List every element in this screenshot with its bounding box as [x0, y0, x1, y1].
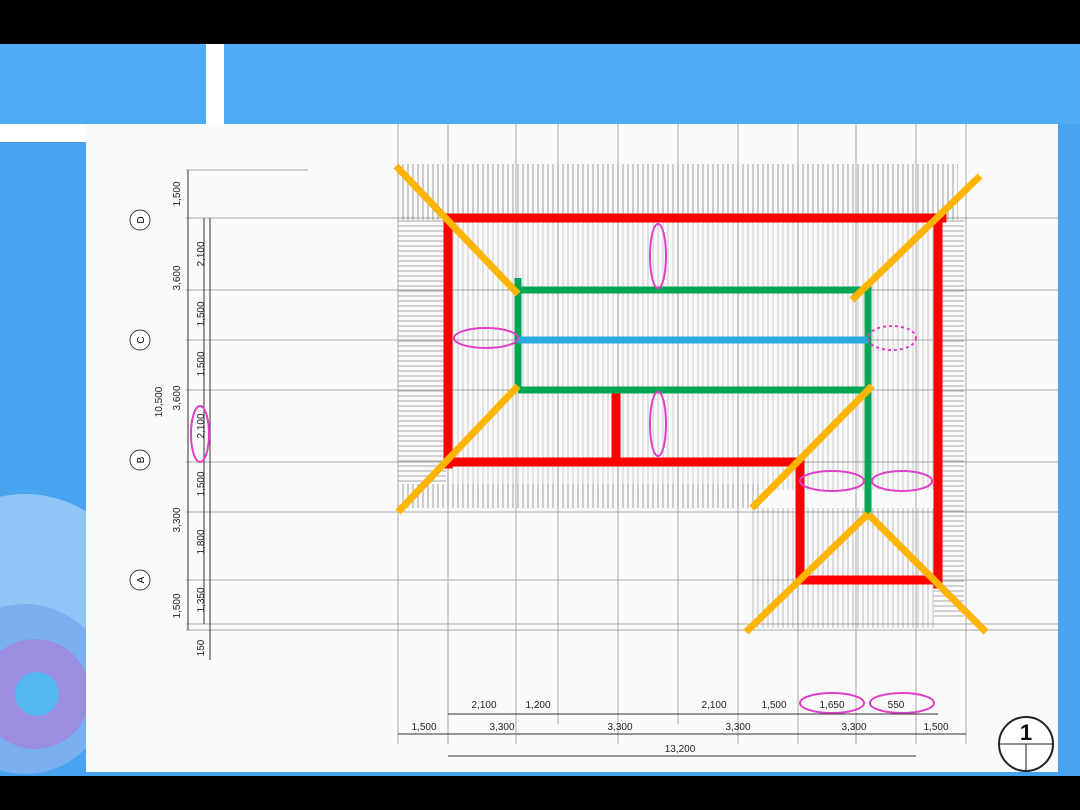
- bottom-dimension-texts: 2,100 1,200 2,100 1,500 1,650 550 1,500 …: [411, 700, 948, 755]
- dim-text: 550: [888, 700, 905, 711]
- dim-text: 1,500: [196, 351, 207, 376]
- drawing-number-bubble: 1: [998, 716, 1054, 772]
- dim-text: 1,800: [196, 529, 207, 554]
- dim-text: 3,300: [489, 722, 514, 733]
- dim-text: 1,650: [819, 700, 844, 711]
- dim-text: 2,100: [701, 700, 726, 711]
- dim-text: 1,500: [923, 722, 948, 733]
- dim-text: 150: [196, 639, 207, 656]
- roof-rafters: [398, 164, 964, 628]
- left-dimension-texts: 1,500 10,500 1,500 3,600 3,600 3,300 2,1…: [154, 181, 207, 656]
- grid-axis-label: A: [136, 576, 147, 583]
- header-band-right: [224, 44, 1080, 124]
- header-divider-horizontal: [0, 124, 90, 142]
- drawing-sheet: D C B A 1,500 10,500 1,500 3,600 3,600 3…: [86, 124, 1058, 772]
- grid-axis-label: D: [136, 216, 147, 223]
- dim-text: 1,200: [525, 700, 550, 711]
- dim-text: 3,300: [841, 722, 866, 733]
- dim-text: 1,500: [172, 181, 183, 206]
- dim-text: 10,500: [154, 386, 165, 417]
- dim-text: 2,100: [471, 700, 496, 711]
- dim-text: 3,300: [725, 722, 750, 733]
- grid-axis-label: C: [136, 336, 147, 343]
- decor-ring-inner: [15, 672, 59, 716]
- header-divider-vertical: [206, 44, 224, 126]
- dim-text: 1,350: [196, 587, 207, 612]
- dim-text: 3,300: [607, 722, 632, 733]
- dim-text: 3,600: [172, 385, 183, 410]
- dim-text: 13,200: [665, 744, 696, 755]
- grid-axis-bubbles: D C B A: [129, 209, 151, 591]
- grid-axis-label: B: [136, 456, 147, 463]
- header-band-left: [0, 44, 206, 124]
- dim-text: 3,600: [172, 265, 183, 290]
- drawing-number: 1: [1020, 720, 1032, 745]
- bottom-black-bar: [0, 776, 1080, 810]
- dim-text: 2,100: [196, 241, 207, 266]
- dim-text: 1,500: [411, 722, 436, 733]
- dim-text: 1,500: [761, 700, 786, 711]
- dim-text: 1,500: [196, 301, 207, 326]
- dim-text: 2,100: [196, 413, 207, 438]
- roof-framing-plan: D C B A 1,500 10,500 1,500 3,600 3,600 3…: [129, 124, 1058, 772]
- dim-text: 3,300: [172, 507, 183, 532]
- top-black-bar: [0, 0, 1080, 44]
- dim-text: 1,500: [196, 471, 207, 496]
- dim-text: 1,500: [172, 593, 183, 618]
